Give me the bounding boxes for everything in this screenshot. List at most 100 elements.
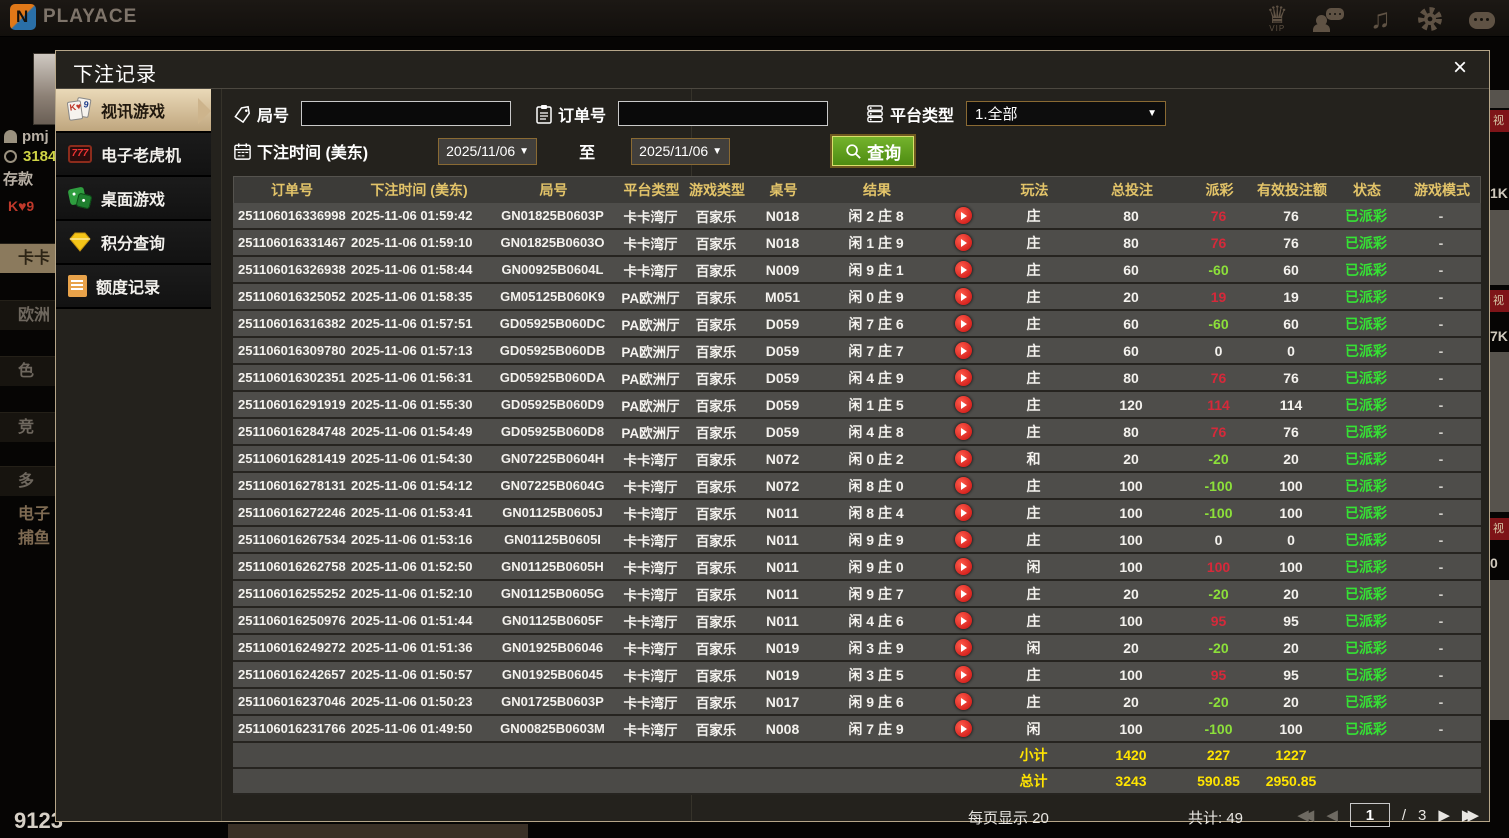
close-icon[interactable]: ×: [1453, 56, 1467, 80]
date-from-select[interactable]: 2025/11/06 ▼: [438, 137, 538, 165]
table-cell-round: GD05925B060D8: [500, 424, 605, 439]
play-video-icon[interactable]: [955, 234, 972, 251]
table-cell-status: 已派彩: [1345, 342, 1387, 359]
play-video-icon[interactable]: [955, 423, 972, 440]
table-cell-mode: -: [1438, 666, 1444, 683]
sidebar-item-table-games[interactable]: 桌面游戏: [56, 177, 211, 221]
play-video-icon[interactable]: [955, 396, 972, 413]
table-cell-mode: -: [1438, 720, 1444, 737]
table-cell-platform: PA欧洲厅: [621, 398, 680, 414]
table-cell-table: D059: [765, 396, 800, 413]
table-cell-total: 100: [1119, 558, 1143, 575]
dialog-titlebar: 下注记录 ×: [56, 51, 1489, 89]
play-video-icon[interactable]: [955, 639, 972, 656]
table-cell-round: GD05925B060D9: [500, 397, 605, 412]
order-number-input[interactable]: [618, 101, 829, 126]
play-video-icon[interactable]: [955, 585, 972, 602]
table-cell-payout: 0: [1214, 342, 1223, 359]
play-video-icon[interactable]: [955, 612, 972, 629]
table-cell-result: 闲 9 庄 0: [848, 558, 904, 575]
table-cell-platform: 卡卡湾厅: [623, 479, 678, 495]
column-header: 下注时间 (美东): [370, 182, 468, 198]
chevron-down-icon: ▼: [1147, 108, 1158, 119]
date-to-select[interactable]: 2025/11/06 ▼: [631, 137, 731, 165]
table-cell-play: 庄: [1026, 666, 1041, 683]
play-video-icon[interactable]: [955, 261, 972, 278]
table-cell-mode: -: [1438, 504, 1444, 521]
table-cell-payout: 76: [1210, 207, 1227, 224]
prev-page-icon[interactable]: ◀: [1326, 806, 1338, 824]
result-cell-play: [936, 311, 991, 336]
sidebar-item-points-query[interactable]: 积分查询: [56, 221, 211, 265]
table-cell-table: N011: [766, 504, 799, 521]
table-row: 251106016336998 2025-11-06 01:59:42 GN0182…: [233, 203, 1481, 230]
customer-service-icon[interactable]: [1313, 6, 1344, 32]
round-number-input[interactable]: [301, 101, 512, 126]
play-video-icon[interactable]: [955, 720, 972, 737]
play-video-icon[interactable]: [955, 369, 972, 386]
play-video-icon[interactable]: [955, 477, 972, 494]
gear-icon[interactable]: [1417, 6, 1443, 32]
column-header: 订单号: [271, 182, 313, 198]
first-page-icon[interactable]: ◀◀: [1297, 806, 1314, 824]
table-cell-valid: 95: [1283, 612, 1299, 629]
sidebar-item-quota-records[interactable]: 额度记录: [56, 265, 211, 309]
lobby-tab-oz: 欧洲: [0, 300, 56, 330]
total-pages: 3: [1418, 806, 1427, 824]
play-video-icon[interactable]: [955, 531, 972, 548]
table-cell-play: 庄: [1026, 531, 1041, 548]
next-page-icon[interactable]: ▶: [1438, 806, 1450, 824]
table-cell-time: 2025-11-06 01:54:30: [351, 451, 473, 466]
sidebar-item-slots[interactable]: 777 电子老虎机: [56, 133, 211, 177]
table-cell-game: 百家乐: [695, 452, 737, 468]
table-cell-table: D059: [765, 315, 800, 332]
play-video-icon[interactable]: [955, 207, 972, 224]
table-cell-order: 251106016325052: [238, 289, 346, 304]
play-video-icon[interactable]: [955, 450, 972, 467]
sidebar-item-video-games[interactable]: 9 K♥ 视讯游戏: [56, 89, 211, 133]
search-button-label: 查询: [867, 143, 902, 163]
deposit-fragment: 存款: [3, 171, 34, 188]
play-video-icon[interactable]: [955, 315, 972, 332]
play-video-icon[interactable]: [955, 342, 972, 359]
lobby-tab-duo: 多: [0, 466, 56, 496]
chat-icon[interactable]: [1469, 12, 1495, 29]
dialog-content: 局号 订单号 平台类型 1.全部 ▼ 下注时间 (美东) 2025/11/06 …: [211, 89, 1489, 827]
table-cell-valid: 20: [1283, 585, 1299, 602]
table-cell-platform: 卡卡湾厅: [623, 452, 678, 468]
result-cell-play: [936, 608, 991, 633]
play-video-icon[interactable]: [955, 504, 972, 521]
last-page-icon[interactable]: ▶▶: [1462, 806, 1479, 824]
table-cell-game: 百家乐: [695, 398, 737, 414]
table-cell-valid: 20: [1283, 450, 1299, 467]
play-video-icon[interactable]: [955, 666, 972, 683]
table-cell-round: GD05925B060DC: [499, 316, 606, 331]
vip-icon[interactable]: ♛ VIP: [1266, 4, 1288, 33]
lobby-tab-buyu: 捕鱼: [18, 530, 51, 547]
page-number-input[interactable]: [1349, 803, 1390, 827]
table-cell-valid: 60: [1283, 261, 1299, 278]
subtotal-payout: 227: [1206, 747, 1231, 763]
table-cell-table: N008: [765, 720, 800, 737]
table-cell-platform: 卡卡湾厅: [623, 506, 678, 522]
right-fragments: 视 1K 视 7K 视 0: [1488, 90, 1509, 790]
table-cell-payout: -20: [1208, 639, 1229, 656]
music-icon[interactable]: ♫: [1370, 4, 1391, 33]
table-cell-total: 20: [1123, 639, 1139, 656]
table-cell-game: 百家乐: [695, 587, 737, 603]
table-cell-game: 百家乐: [695, 263, 737, 279]
table-cell-payout: -100: [1204, 720, 1233, 737]
table-cell-total: 100: [1119, 477, 1143, 494]
table-cell-platform: PA欧洲厅: [621, 425, 680, 441]
search-button[interactable]: 查询: [830, 134, 917, 168]
play-video-icon[interactable]: [955, 558, 972, 575]
table-cell-status: 已派彩: [1345, 234, 1387, 251]
table-cell-platform: 卡卡湾厅: [623, 533, 678, 549]
lobby-tab-se: 色: [0, 356, 56, 386]
table-cell-time: 2025-11-06 01:53:41: [351, 505, 473, 520]
table-cell-valid: 60: [1283, 315, 1299, 332]
platform-type-select[interactable]: 1.全部 ▼: [966, 101, 1167, 126]
table-cell-total: 20: [1123, 288, 1139, 305]
play-video-icon[interactable]: [955, 288, 972, 305]
play-video-icon[interactable]: [955, 693, 972, 710]
